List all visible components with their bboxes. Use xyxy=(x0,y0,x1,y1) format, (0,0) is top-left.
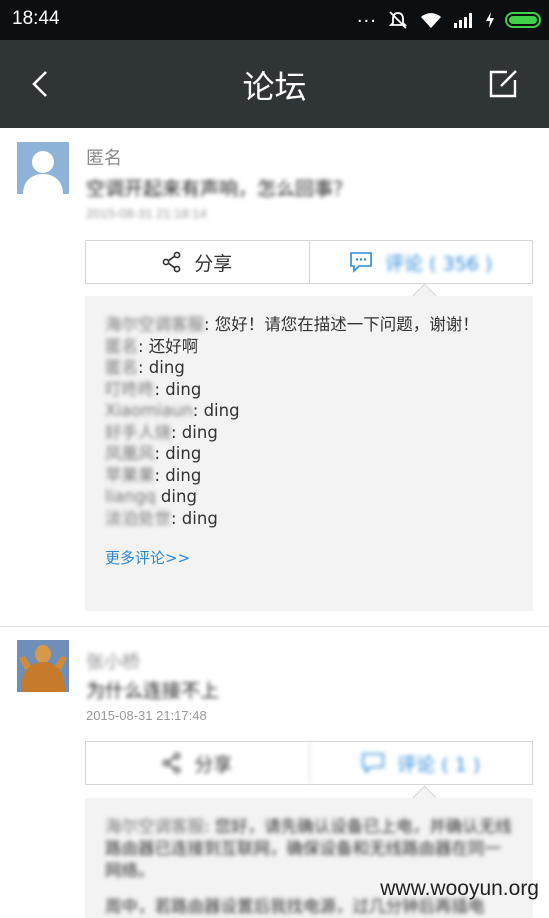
status-bar: 18:44 ... xyxy=(0,0,549,40)
comment-item: 凤凰风: ding xyxy=(105,443,517,465)
comment-text: : ding xyxy=(171,422,218,442)
comment-author: liangq xyxy=(105,487,156,506)
post-author: 张小桥 xyxy=(86,652,140,673)
comment-text: : ding xyxy=(192,401,240,420)
comment-item: 好手人烧: ding xyxy=(105,422,517,444)
comment-item: liangq ding xyxy=(105,486,517,508)
comment-text: : 您好！请您在描述一下问题，谢谢！ xyxy=(204,315,479,334)
comment-author: 海尔空调客服 xyxy=(105,817,204,836)
charging-icon xyxy=(486,12,494,28)
comment-author: 苹果果 xyxy=(105,465,155,485)
page-title: 论坛 xyxy=(242,68,307,106)
comment-author: 匿名 xyxy=(105,358,138,377)
more-dots: ... xyxy=(356,6,377,27)
comment-item: Xiaomiaun: ding xyxy=(105,400,517,422)
post-time: 2015-08-31 21:18:14 xyxy=(86,206,207,221)
share-icon xyxy=(162,752,181,774)
comment-author: 海尔空调客服 xyxy=(105,315,204,334)
comment-button[interactable]: 评论 ( 1 ) xyxy=(308,742,533,784)
comment-item: 匿名: 还好啊 xyxy=(105,336,517,358)
post-title[interactable]: 空调开起来有声响，怎么回事？ xyxy=(86,174,352,201)
avatar-photo-icon xyxy=(17,640,69,692)
comment-button[interactable]: 评论 ( 356 ) xyxy=(308,241,533,283)
comment-text: : ding xyxy=(154,444,202,463)
comment-author: 凤凰风 xyxy=(105,444,155,463)
comment-item: 海尔空调客服: 您好！请您在描述一下问题，谢谢！ xyxy=(105,314,517,336)
share-icon xyxy=(162,251,181,273)
comment-author: 淡泊处世 xyxy=(105,508,171,528)
comment-icon xyxy=(350,252,372,273)
post-actions: 分享 评论 ( 1 ) xyxy=(85,741,533,785)
comment-author: 匿名 xyxy=(105,336,138,356)
share-label: 分享 xyxy=(194,753,233,776)
compose-icon[interactable] xyxy=(487,68,519,100)
post-title[interactable]: 为什么连接不上 xyxy=(86,676,219,703)
avatar xyxy=(17,142,69,194)
comment-item: 匿名: ding xyxy=(105,357,517,379)
comment-text: : ding xyxy=(171,508,218,528)
watermark: www.wooyun.org xyxy=(380,877,539,900)
comment-label: 评论 ( 1 ) xyxy=(397,753,481,776)
user-silhouette-icon xyxy=(23,151,63,194)
comment-text: : ding xyxy=(138,358,185,377)
post-card[interactable]: 匿名 空调开起来有声响，怎么回事？ 2015-08-31 21:18:14 分享… xyxy=(0,128,549,627)
avatar xyxy=(17,640,69,692)
battery-icon xyxy=(505,12,541,28)
comment-author: Xiaomiaun xyxy=(105,401,193,420)
mute-icon xyxy=(388,11,408,29)
comment-label: 评论 ( 356 ) xyxy=(385,252,493,275)
share-label: 分享 xyxy=(194,252,233,275)
comments-box: 海尔空调客服: 您好！请您在描述一下问题，谢谢！ 匿名: 还好啊 匿名: din… xyxy=(85,296,533,611)
signal-icon xyxy=(454,13,472,28)
wifi-icon xyxy=(421,13,441,28)
nav-bar: 论坛 xyxy=(0,40,549,128)
comment-author: 叮咚咚 xyxy=(105,379,155,399)
comment-text: : ding xyxy=(154,379,202,399)
comment-text: : 还好啊 xyxy=(138,336,199,356)
more-comments-link[interactable]: 更多评论>> xyxy=(105,547,517,568)
share-button[interactable]: 分享 xyxy=(86,742,309,784)
comment-icon xyxy=(362,753,385,774)
comment-author: 好手人烧 xyxy=(105,422,171,442)
comment-item: 淡泊处世: ding xyxy=(105,508,517,530)
comment-text: : ding xyxy=(154,465,202,485)
post-card[interactable]: 张小桥 为什么连接不上 2015-08-31 21:17:48 分享 评论 ( … xyxy=(0,628,549,918)
post-actions: 分享 评论 ( 356 ) xyxy=(85,240,533,284)
comment-item: 海尔空调客服: 您好，请先确认设备已上电，并确认无线路由器已连接到互联网，确保设… xyxy=(105,816,517,882)
status-time: 18:44 xyxy=(12,8,60,29)
comment-text: ding xyxy=(155,487,197,506)
status-icons: ... xyxy=(357,8,541,32)
comment-item: 叮咚咚: ding xyxy=(105,379,517,401)
comment-item: 苹果果: ding xyxy=(105,465,517,487)
post-author: 匿名 xyxy=(86,148,122,169)
share-button[interactable]: 分享 xyxy=(86,241,309,283)
post-time: 2015-08-31 21:17:48 xyxy=(86,708,207,723)
